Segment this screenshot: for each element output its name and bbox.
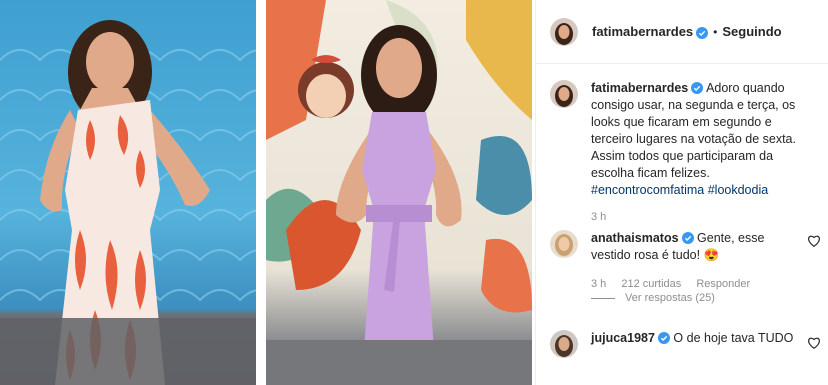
- caption: fatimabernardes Adoro quando consigo usa…: [550, 80, 820, 226]
- heart-icon[interactable]: [807, 336, 821, 350]
- photo-right-lilac-dress: [266, 0, 532, 385]
- header-username[interactable]: fatimabernardes: [592, 24, 693, 39]
- verified-badge-icon: [657, 332, 670, 344]
- comment-text: O de hoje tava TUDO: [673, 331, 794, 345]
- comment-body: jujuca1987 O de hoje tava TUDO: [591, 330, 796, 358]
- comment-time[interactable]: 3 h: [591, 278, 606, 290]
- comment-emoji: 😍: [703, 248, 720, 262]
- comment-username[interactable]: jujuca1987: [591, 331, 655, 345]
- comment-likes[interactable]: 212 curtidas: [621, 278, 681, 290]
- comment-body: anathaismatos Gente, esse vestido rosa é…: [591, 230, 796, 293]
- avatar[interactable]: [550, 17, 578, 46]
- caption-hashtags[interactable]: #encontrocomfatima #lookdodia: [591, 183, 768, 197]
- caption-username[interactable]: fatimabernardes: [591, 81, 688, 95]
- caption-time[interactable]: 3 h: [591, 211, 606, 223]
- view-replies-button[interactable]: Ver respostas (25): [591, 292, 715, 304]
- comment-meta: 3 h 212 curtidas Responder: [591, 276, 796, 293]
- avatar[interactable]: [550, 80, 578, 108]
- reply-button[interactable]: Responder: [696, 278, 750, 290]
- post-sidebar: fatimabernardes • Seguindo fatimabernard…: [535, 0, 828, 385]
- verified-badge-icon: [691, 82, 704, 94]
- following-button[interactable]: Seguindo: [722, 24, 781, 39]
- post-media[interactable]: [0, 0, 535, 385]
- verified-badge-icon: [681, 232, 694, 244]
- header-separator: •: [713, 24, 718, 39]
- view-replies-label: Ver respostas (25): [625, 292, 715, 304]
- comment-username[interactable]: anathaismatos: [591, 231, 679, 245]
- post-header: fatimabernardes • Seguindo: [536, 0, 828, 64]
- comment-item: anathaismatos Gente, esse vestido rosa é…: [550, 230, 820, 293]
- photo-right-illustration: [266, 0, 532, 385]
- avatar[interactable]: [550, 230, 578, 258]
- photo-left-orange-dress: [0, 0, 256, 385]
- heart-icon[interactable]: [807, 234, 821, 248]
- replies-divider-line: [591, 297, 615, 299]
- verified-badge-icon: [696, 26, 709, 39]
- header-user: fatimabernardes • Seguindo: [592, 24, 782, 39]
- caption-meta: 3 h: [591, 209, 796, 226]
- avatar[interactable]: [550, 330, 578, 358]
- caption-body: fatimabernardes Adoro quando consigo usa…: [591, 80, 796, 226]
- caption-text: Adoro quando consigo usar, na segunda e …: [591, 81, 796, 180]
- comment-item: jujuca1987 O de hoje tava TUDO: [550, 330, 820, 358]
- photo-left-illustration: [0, 20, 256, 385]
